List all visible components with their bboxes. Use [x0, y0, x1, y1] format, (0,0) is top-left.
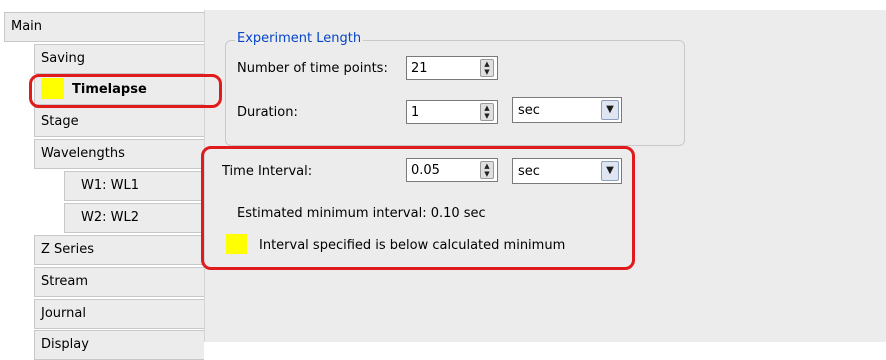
time-points-value: 21: [411, 60, 428, 76]
time-interval-unit-select[interactable]: sec ▼: [512, 158, 622, 184]
sidebar-item-display[interactable]: Display: [34, 330, 204, 360]
sidebar-item-main[interactable]: Main: [4, 12, 204, 42]
duration-spinner[interactable]: ▲ ▼: [480, 103, 494, 121]
sidebar-item-stage[interactable]: Stage: [34, 107, 204, 137]
sidebar-item-saving[interactable]: Saving: [34, 44, 204, 74]
spin-up-icon[interactable]: ▲: [481, 104, 493, 112]
time-interval-unit-value: sec: [518, 163, 540, 179]
duration-value: 1: [411, 104, 420, 120]
sidebar-item-journal[interactable]: Journal: [34, 299, 204, 329]
warning-color-swatch: [41, 78, 64, 99]
sidebar-item-timelapse[interactable]: Timelapse: [34, 75, 204, 105]
spin-up-icon[interactable]: ▲: [481, 60, 493, 68]
time-interval-field[interactable]: 0.05 ▲ ▼: [406, 158, 498, 182]
spin-down-icon[interactable]: ▼: [481, 170, 493, 178]
sidebar: Main Saving Timelapse Stage Wavelengths …: [0, 0, 210, 360]
interval-warning-text: Interval specified is below calculated m…: [259, 238, 566, 253]
time-points-label: Number of time points:: [237, 61, 388, 76]
time-points-field[interactable]: 21 ▲ ▼: [406, 56, 498, 80]
warning-color-swatch: [226, 234, 247, 254]
sidebar-item-stream[interactable]: Stream: [34, 267, 204, 297]
sidebar-item-label: Timelapse: [72, 82, 147, 97]
duration-unit-value: sec: [518, 102, 540, 118]
chevron-down-icon[interactable]: ▼: [601, 161, 619, 181]
spin-down-icon[interactable]: ▼: [481, 68, 493, 76]
duration-label: Duration:: [237, 105, 298, 120]
time-interval-label: Time Interval:: [222, 164, 313, 179]
experiment-length-title: Experiment Length: [235, 31, 364, 46]
estimated-minimum-text: Estimated minimum interval: 0.10 sec: [237, 206, 486, 221]
duration-unit-select[interactable]: sec ▼: [512, 97, 622, 123]
time-points-spinner[interactable]: ▲ ▼: [480, 59, 494, 77]
spin-down-icon[interactable]: ▼: [481, 112, 493, 120]
time-interval-spinner[interactable]: ▲ ▼: [480, 161, 494, 179]
sidebar-item-w2[interactable]: W2: WL2: [64, 203, 204, 233]
spin-up-icon[interactable]: ▲: [481, 162, 493, 170]
sidebar-item-wavelengths[interactable]: Wavelengths: [34, 139, 204, 169]
sidebar-item-w1[interactable]: W1: WL1: [64, 171, 204, 201]
time-interval-value: 0.05: [411, 162, 440, 178]
sidebar-item-z-series[interactable]: Z Series: [34, 235, 204, 265]
chevron-down-icon[interactable]: ▼: [601, 100, 619, 120]
duration-field[interactable]: 1 ▲ ▼: [406, 100, 498, 124]
